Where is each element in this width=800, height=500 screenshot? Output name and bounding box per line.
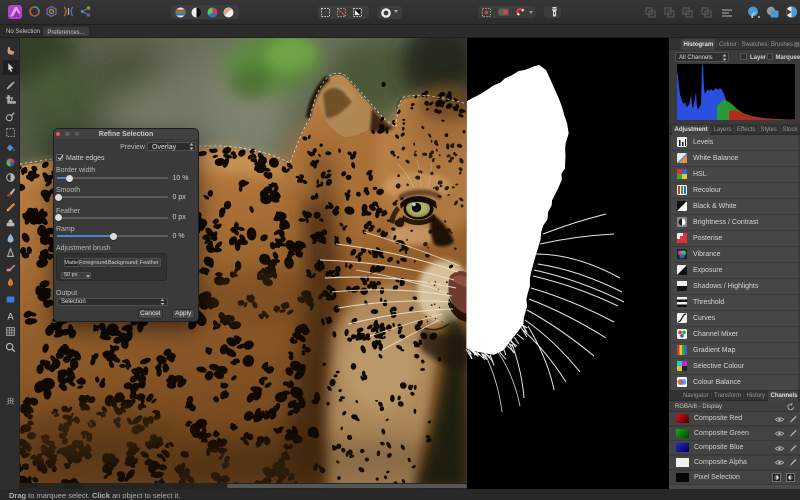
svg-text:A: A (7, 311, 14, 321)
